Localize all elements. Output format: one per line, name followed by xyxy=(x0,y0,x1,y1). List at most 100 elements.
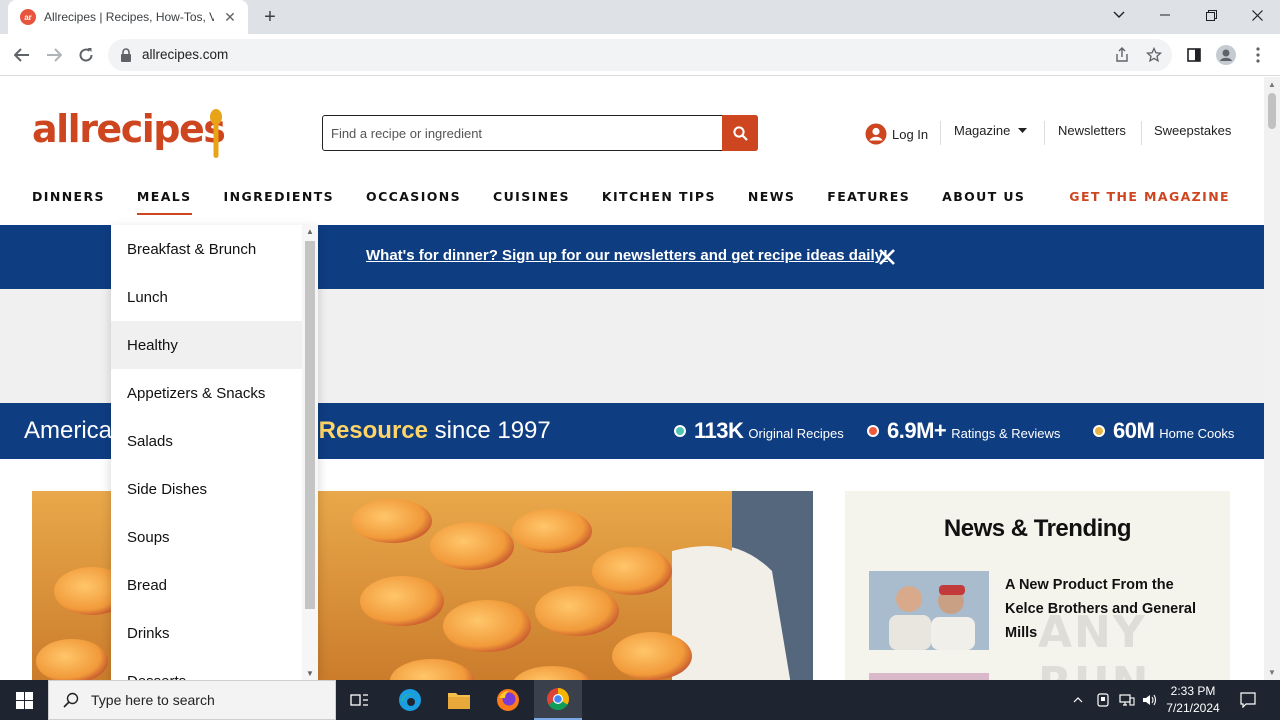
get-the-magazine-link[interactable]: GET THE MAGAZINE xyxy=(1069,189,1230,204)
network-device-icon[interactable] xyxy=(1094,680,1112,720)
minimize-button[interactable] xyxy=(1142,0,1188,30)
close-banner-icon[interactable] xyxy=(876,246,898,268)
magazine-menu[interactable]: Magazine xyxy=(954,123,1028,138)
menu-item-appetizers-snacks[interactable]: Appetizers & Snacks xyxy=(111,369,302,417)
stat-label: Original Recipes xyxy=(748,426,844,441)
restore-button[interactable] xyxy=(1188,0,1234,30)
new-tab-button[interactable]: + xyxy=(258,5,282,29)
meals-dropdown-menu: Breakfast & Brunch Lunch Healthy Appetiz… xyxy=(111,225,318,680)
tray-chevron-up-icon[interactable] xyxy=(1070,680,1086,720)
menu-item-salads[interactable]: Salads xyxy=(111,417,302,465)
stats-headline-highlight: Resource xyxy=(318,417,428,444)
spoon-logo-icon xyxy=(210,109,222,158)
allrecipes-favicon-icon: ar xyxy=(20,9,36,25)
page-scroll-thumb[interactable] xyxy=(1268,93,1276,129)
search-icon xyxy=(732,125,748,141)
page-scroll-up-icon[interactable]: ▲ xyxy=(1267,80,1277,89)
next-article-thumbnail[interactable] xyxy=(869,673,989,680)
nav-kitchen-tips[interactable]: KITCHEN TIPS xyxy=(602,189,716,209)
file-explorer-icon[interactable] xyxy=(435,680,483,720)
search-icon xyxy=(63,692,79,708)
lock-icon xyxy=(121,48,131,62)
newsletter-signup-link[interactable]: What's for dinner? Sign up for our newsl… xyxy=(366,247,888,264)
page-scroll-down-icon[interactable]: ▼ xyxy=(1267,668,1277,677)
task-view-icon[interactable] xyxy=(336,680,384,720)
tab-search-chevron-icon[interactable] xyxy=(1096,0,1142,30)
forward-arrow-icon[interactable] xyxy=(42,43,66,67)
windows-logo-icon xyxy=(15,691,33,709)
allrecipes-logo[interactable]: allrecipes xyxy=(32,107,226,151)
news-trending-heading: News & Trending xyxy=(943,515,1132,542)
stat-home-cooks: 60M Home Cooks xyxy=(1093,418,1234,444)
util-divider xyxy=(1141,121,1142,145)
menu-item-lunch[interactable]: Lunch xyxy=(111,273,302,321)
page-scrollbar[interactable]: ▲ ▼ xyxy=(1264,77,1280,680)
nav-about-us[interactable]: ABOUT US xyxy=(942,189,1025,209)
page-viewport: allrecipes Log In Magazine Newsletters S… xyxy=(0,77,1264,680)
close-window-button[interactable] xyxy=(1234,0,1280,30)
sweepstakes-link[interactable]: Sweepstakes xyxy=(1154,123,1231,138)
profile-avatar-icon[interactable] xyxy=(1214,43,1238,67)
caret-down-icon xyxy=(1018,128,1028,133)
magazine-label: Magazine xyxy=(954,123,1011,138)
main-navigation: DINNERS MEALS INGREDIENTS OCCASIONS CUIS… xyxy=(32,189,1057,215)
back-arrow-icon[interactable] xyxy=(10,43,34,67)
menu-item-drinks[interactable]: Drinks xyxy=(111,609,302,657)
search-button[interactable] xyxy=(722,115,758,151)
volume-icon[interactable] xyxy=(1140,680,1160,720)
newsletters-link[interactable]: Newsletters xyxy=(1058,123,1126,138)
menu-item-side-dishes[interactable]: Side Dishes xyxy=(111,465,302,513)
side-panel-icon[interactable] xyxy=(1182,43,1206,67)
stat-ratings: 6.9M+ Ratings & Reviews xyxy=(867,418,1060,444)
menu-item-soups[interactable]: Soups xyxy=(111,513,302,561)
nav-dinners[interactable]: DINNERS xyxy=(32,189,105,209)
address-bar[interactable]: allrecipes.com xyxy=(108,39,1172,71)
taskbar-search-box[interactable]: Type here to search xyxy=(48,680,336,720)
windows-start-button[interactable] xyxy=(0,680,48,720)
taskbar-clock[interactable]: 2:33 PM 7/21/2024 xyxy=(1160,683,1226,717)
menu-item-bread[interactable]: Bread xyxy=(111,561,302,609)
notification-center-icon[interactable] xyxy=(1234,680,1262,720)
browser-tab-allrecipes[interactable]: ar Allrecipes | Recipes, How-Tos, Videos… xyxy=(8,0,248,34)
network-icon[interactable] xyxy=(1117,680,1137,720)
scroll-down-arrow-icon[interactable]: ▼ xyxy=(305,669,315,678)
share-icon[interactable] xyxy=(1112,45,1132,65)
kelce-article-thumbnail[interactable] xyxy=(869,571,989,650)
browser-toolbar: allrecipes.com xyxy=(0,34,1280,76)
menu-item-desserts[interactable]: Desserts xyxy=(111,657,302,681)
clock-time: 2:33 PM xyxy=(1170,684,1216,698)
scroll-up-arrow-icon[interactable]: ▲ xyxy=(305,227,315,236)
browser-menu-icon[interactable] xyxy=(1246,43,1270,67)
stat-value: 113K xyxy=(694,418,744,443)
menu-item-healthy[interactable]: Healthy xyxy=(111,321,302,369)
dropdown-scroll-thumb[interactable] xyxy=(305,241,315,609)
stat-dot-icon xyxy=(674,425,686,437)
tab-title: Allrecipes | Recipes, How-Tos, Videos an… xyxy=(44,10,214,24)
chrome-icon[interactable] xyxy=(534,680,582,720)
firefox-icon[interactable] xyxy=(484,680,532,720)
dropdown-scrollbar[interactable]: ▲ ▼ xyxy=(302,225,318,680)
menu-item-breakfast-brunch[interactable]: Breakfast & Brunch xyxy=(111,225,302,273)
stats-headline-start: America' xyxy=(24,417,117,444)
nav-features[interactable]: FEATURES xyxy=(827,189,910,209)
clock-date: 7/21/2024 xyxy=(1166,701,1220,715)
stat-dot-icon xyxy=(1093,425,1105,437)
login-link[interactable]: Log In xyxy=(865,123,928,145)
stat-dot-icon xyxy=(867,425,879,437)
util-divider xyxy=(940,121,941,145)
bookmark-star-icon[interactable] xyxy=(1144,45,1164,65)
nav-cuisines[interactable]: CUISINES xyxy=(493,189,570,209)
stat-recipes: 113K Original Recipes xyxy=(674,418,844,444)
nav-ingredients[interactable]: INGREDIENTS xyxy=(224,189,335,209)
nav-meals[interactable]: MEALS xyxy=(136,189,192,215)
nav-occasions[interactable]: OCCASIONS xyxy=(366,189,461,209)
tab-close-icon[interactable]: ✕ xyxy=(222,9,238,26)
taskbar-search-placeholder: Type here to search xyxy=(91,692,215,708)
stat-value: 60M xyxy=(1113,418,1155,443)
recipe-search-input[interactable] xyxy=(323,116,721,150)
stats-headline-end: since 1997 xyxy=(428,417,551,444)
reload-icon[interactable] xyxy=(74,43,98,67)
nav-news[interactable]: NEWS xyxy=(748,189,795,209)
url-text: allrecipes.com xyxy=(142,47,229,62)
edge-browser-icon[interactable] xyxy=(386,680,434,720)
